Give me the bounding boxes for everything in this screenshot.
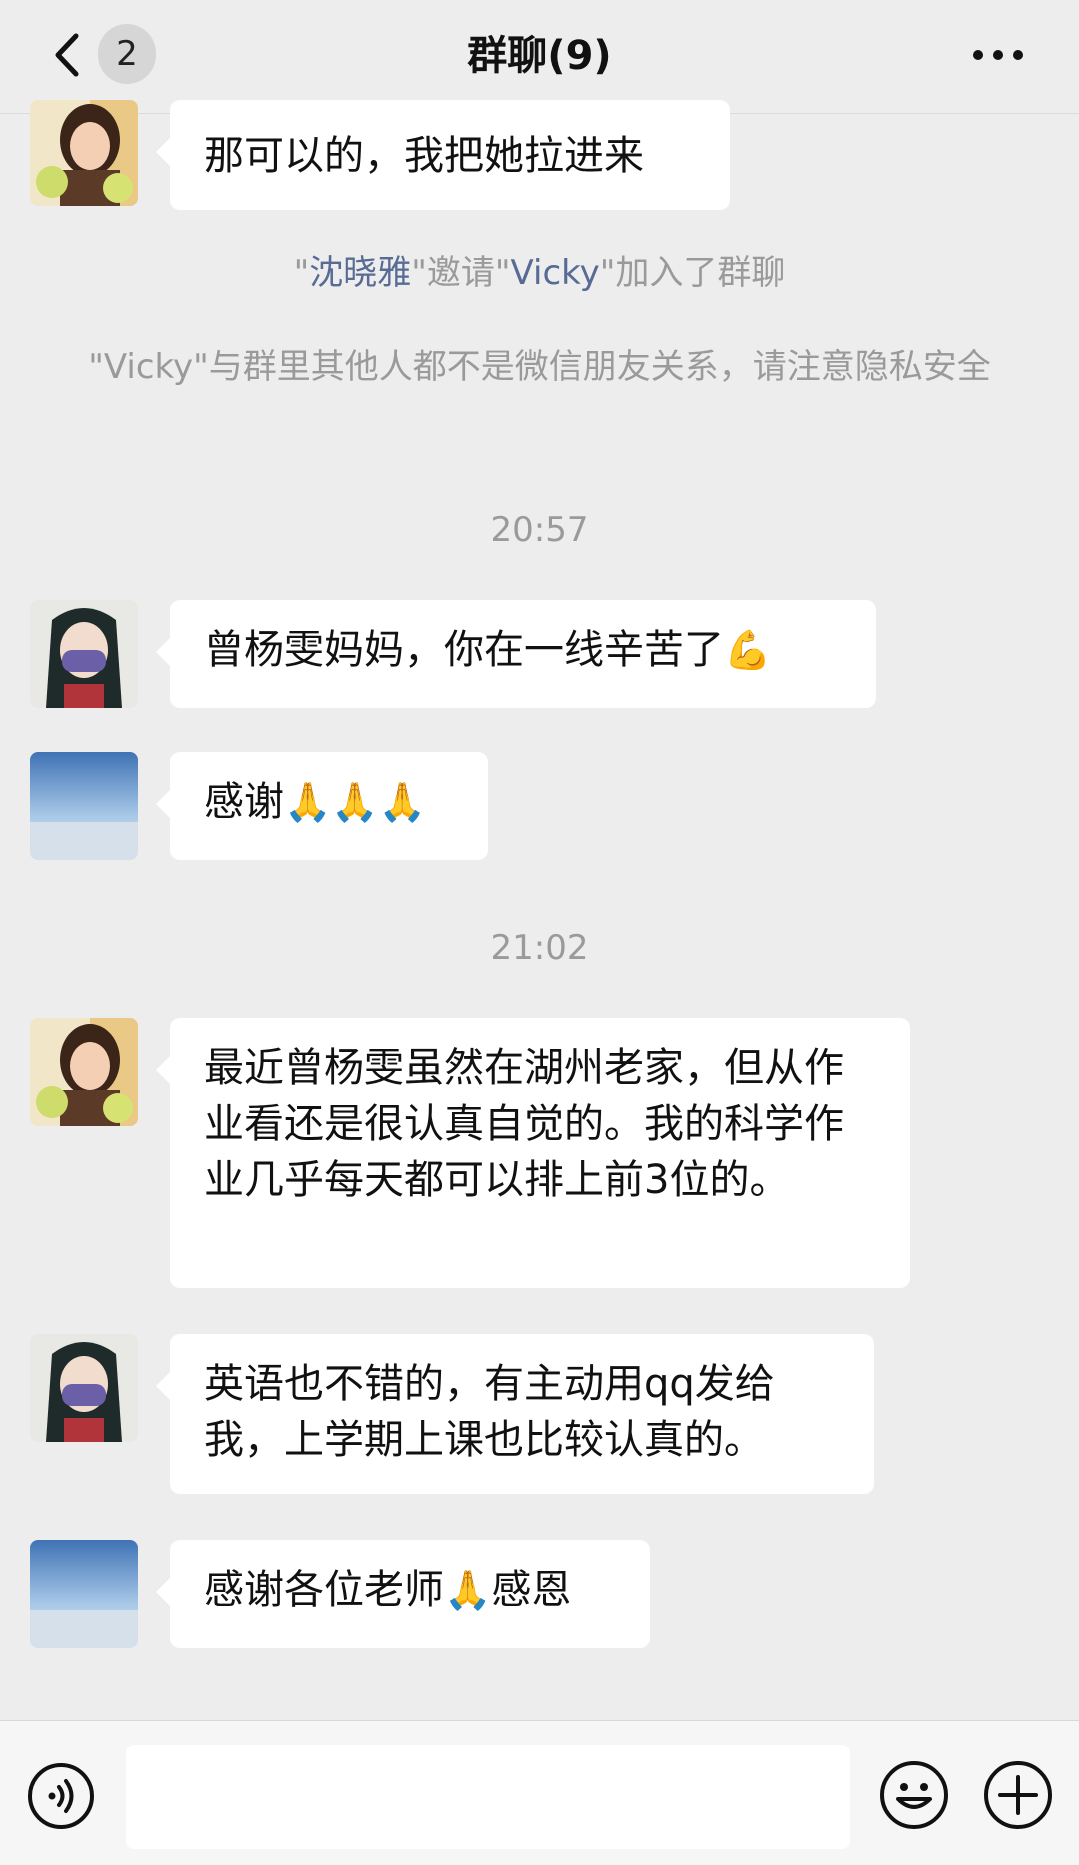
message-text-before: 感谢各位老师 xyxy=(204,1567,444,1613)
message-bubble[interactable]: 曾杨雯妈妈，你在一线辛苦了💪 xyxy=(156,600,876,708)
masked-cartoon-girl-avatar-icon xyxy=(30,1334,138,1442)
message-text-after: 感恩 xyxy=(491,1567,572,1613)
bow-hands-icon: 🙏 xyxy=(284,780,332,824)
plus-icon[interactable] xyxy=(982,1759,1054,1831)
sky-landscape-avatar-icon xyxy=(30,752,138,860)
page-title: 群聊(9) xyxy=(467,33,612,79)
bow-hands-icon: 🙏 xyxy=(444,1568,492,1612)
message-text: 感谢 xyxy=(204,779,284,825)
avatar-masked-cartoon-girl[interactable] xyxy=(30,1334,138,1442)
system-message-invite: "沈晓雅"邀请"Vicky"加入了群聊 xyxy=(70,250,1009,296)
avatar-masked-cartoon-girl[interactable] xyxy=(30,600,138,708)
avatar-woman-with-apples[interactable] xyxy=(30,1018,138,1126)
chat-header: 2 群聊(9) xyxy=(0,0,1079,114)
message-bubble[interactable]: 感谢各位老师🙏感恩 xyxy=(156,1540,650,1648)
avatar-sky-landscape[interactable] xyxy=(30,1540,138,1648)
message-bubble[interactable]: 英语也不错的，有主动用qq发给我，上学期上课也比较认真的。 xyxy=(156,1334,874,1494)
message-text: 曾杨雯妈妈，你在一线辛苦了 xyxy=(204,627,724,673)
bow-hands-icon: 🙏 xyxy=(378,780,426,824)
message-text: 最近曾杨雯虽然在湖州老家，但从作业看还是很认真自觉的。我的科学作业几乎每天都可以… xyxy=(204,1045,844,1203)
avatar-woman-with-apples[interactable] xyxy=(30,100,138,206)
voice-icon[interactable] xyxy=(26,1761,96,1831)
timestamp: 20:57 xyxy=(490,510,589,550)
quote-text: " xyxy=(293,253,310,293)
message-input[interactable] xyxy=(126,1745,850,1849)
sky-landscape-avatar-icon xyxy=(30,1540,138,1648)
message-text: 那可以的，我把她拉进来 xyxy=(204,133,644,179)
message-bubble[interactable]: 那可以的，我把她拉进来 xyxy=(156,100,730,210)
invite-text: "邀请" xyxy=(411,253,511,293)
masked-cartoon-girl-avatar-icon xyxy=(30,600,138,708)
chat-input-bar xyxy=(0,1720,1079,1865)
invitee-name-link[interactable]: Vicky xyxy=(511,253,600,293)
bow-hands-icon: 🙏 xyxy=(331,780,379,824)
message-bubble[interactable]: 最近曾杨雯虽然在湖州老家，但从作业看还是很认真自觉的。我的科学作业几乎每天都可以… xyxy=(156,1018,910,1288)
message-text: 英语也不错的，有主动用qq发给我，上学期上课也比较认真的。 xyxy=(204,1361,775,1463)
strong-icon: 💪 xyxy=(724,628,772,672)
message-bubble[interactable]: 感谢🙏🙏🙏 xyxy=(156,752,488,860)
system-message-privacy: "Vicky"与群里其他人都不是微信朋友关系，请注意隐私安全 xyxy=(88,347,991,387)
timestamp: 21:02 xyxy=(490,928,589,968)
joined-text: "加入了群聊 xyxy=(599,253,786,293)
woman-with-apples-avatar-icon xyxy=(30,1018,138,1126)
more-options-icon[interactable] xyxy=(970,40,1026,70)
inviter-name-link[interactable]: 沈晓雅 xyxy=(309,253,411,293)
woman-with-apples-avatar-icon xyxy=(30,100,138,206)
emoji-icon[interactable] xyxy=(878,1759,950,1831)
avatar-sky-landscape[interactable] xyxy=(30,752,138,860)
